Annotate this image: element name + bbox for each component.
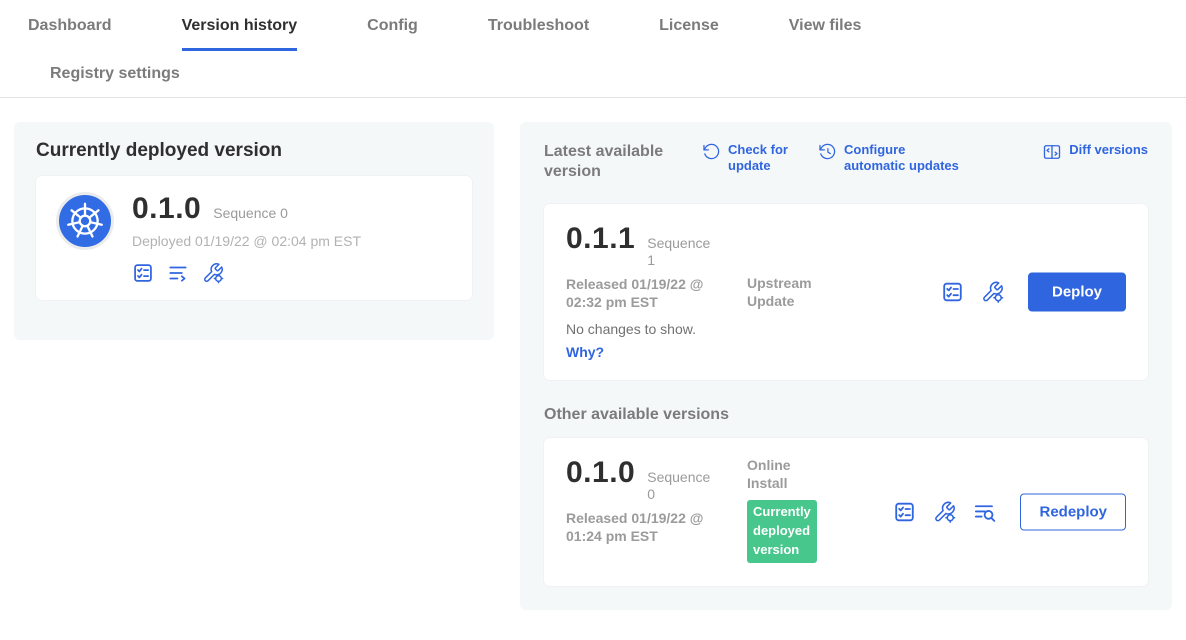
other-card-actions: Redeploy (893, 494, 1126, 531)
currently-deployed-panel: Currently deployed version 0.1.0 Sequenc… (14, 122, 494, 340)
top-navigation: Dashboard Version history Config Trouble… (0, 0, 1186, 98)
latest-available-title: Latest available version (544, 142, 678, 182)
config-wrench-gear-icon[interactable] (981, 281, 1004, 304)
other-version-info: 0.1.0 Sequence 0 Released 01/19/22 @ 01:… (566, 456, 756, 545)
config-wrench-gear-icon[interactable] (933, 501, 956, 524)
latest-version-number: 0.1.1 (566, 222, 635, 256)
nav-row-2: Registry settings (0, 51, 1186, 97)
deployed-version-number: 0.1.0 (132, 192, 201, 226)
latest-card-actions: Deploy (941, 273, 1126, 312)
kubernetes-logo-icon (56, 192, 114, 250)
tab-troubleshoot[interactable]: Troubleshoot (488, 0, 589, 51)
tab-view-files[interactable]: View files (789, 0, 862, 51)
redeploy-button[interactable]: Redeploy (1020, 494, 1126, 531)
preflight-checks-icon[interactable] (941, 281, 964, 304)
latest-version-card: 0.1.1 Sequence 1 Released 01/19/22 @ 02:… (544, 204, 1148, 380)
diff-versions-link[interactable]: Diff versions (1042, 142, 1148, 162)
other-released-timestamp: Released 01/19/22 @ 01:24 pm EST (566, 509, 738, 545)
deployed-sequence-label: Sequence 0 (213, 205, 288, 222)
tab-version-history[interactable]: Version history (182, 0, 298, 51)
deployed-card-body: 0.1.0 Sequence 0 Deployed 01/19/22 @ 02:… (132, 192, 361, 284)
configure-automatic-updates-link[interactable]: Configure automatic updates (818, 142, 968, 173)
latest-version-source: Upstream Update (747, 274, 839, 310)
preflight-checks-icon[interactable] (132, 262, 154, 284)
deploy-button[interactable]: Deploy (1028, 273, 1126, 312)
check-for-update-label: Check for update (728, 142, 794, 173)
preflight-checks-icon[interactable] (893, 501, 916, 524)
tab-license[interactable]: License (659, 0, 719, 51)
config-wrench-gear-icon[interactable] (202, 262, 224, 284)
other-version-source-label: Online Install (747, 457, 791, 491)
other-versions-heading: Other available versions (544, 406, 1148, 424)
schedule-refresh-icon (818, 142, 837, 161)
tab-dashboard[interactable]: Dashboard (28, 0, 112, 51)
nav-row-1: Dashboard Version history Config Trouble… (0, 0, 1186, 51)
configure-automatic-updates-label: Configure automatic updates (844, 142, 968, 173)
diff-columns-icon (1042, 142, 1062, 162)
refresh-arrow-icon (702, 142, 721, 161)
diff-versions-label: Diff versions (1069, 142, 1148, 158)
deployed-card-icons (132, 262, 361, 284)
available-versions-panel: Latest available version Check for updat… (520, 122, 1172, 610)
why-link[interactable]: Why? (566, 344, 604, 360)
other-sequence-label: Sequence 0 (647, 469, 719, 503)
tab-config[interactable]: Config (367, 0, 418, 51)
view-diff-lines-magnifier-icon[interactable] (973, 501, 996, 524)
other-version-number: 0.1.0 (566, 456, 635, 490)
latest-version-info: 0.1.1 Sequence 1 Released 01/19/22 @ 02:… (566, 222, 756, 362)
deployed-version-card: 0.1.0 Sequence 0 Deployed 01/19/22 @ 02:… (36, 176, 472, 300)
currently-deployed-badge: Currently deployed version (747, 500, 817, 563)
latest-sequence-label: Sequence 1 (647, 235, 719, 269)
latest-released-timestamp: Released 01/19/22 @ 02:32 pm EST (566, 275, 738, 311)
available-versions-header: Latest available version Check for updat… (544, 142, 1148, 182)
deploy-logs-icon[interactable] (167, 262, 189, 284)
deployed-timestamp: Deployed 01/19/22 @ 02:04 pm EST (132, 233, 361, 249)
no-changes-text: No changes to show. (566, 321, 756, 337)
currently-deployed-title: Currently deployed version (36, 140, 472, 162)
tab-registry-settings[interactable]: Registry settings (50, 65, 180, 83)
other-version-card: 0.1.0 Sequence 0 Released 01/19/22 @ 01:… (544, 438, 1148, 586)
other-version-source: Online Install Currently deployed versio… (747, 456, 811, 563)
check-for-update-link[interactable]: Check for update (702, 142, 794, 173)
